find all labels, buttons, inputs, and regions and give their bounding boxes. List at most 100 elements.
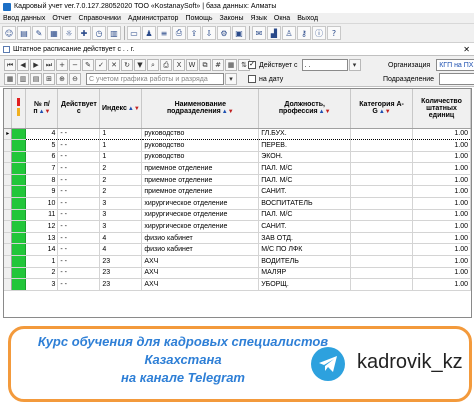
column-header-position[interactable]: Должность, профессия▲▼: [258, 89, 352, 129]
cancel-icon[interactable]: ✕: [108, 59, 120, 71]
cell-department[interactable]: приемное отделение: [141, 174, 260, 187]
first-record-icon[interactable]: ⏮: [4, 59, 16, 71]
cell-index[interactable]: 2: [99, 162, 143, 175]
employees-icon[interactable]: ☺: [2, 26, 16, 40]
cell-position[interactable]: УБОРЩ.: [258, 278, 352, 291]
cell-position[interactable]: САНИТ.: [258, 185, 352, 199]
cell-position[interactable]: ПЕРЕВ.: [258, 139, 352, 152]
table-row[interactable]: 8- -2 приемное отделение ПАЛ. М/С 1.00: [4, 174, 471, 187]
cell-quantity[interactable]: 1.00: [412, 174, 471, 187]
cell-index[interactable]: 2: [99, 185, 143, 199]
key-icon[interactable]: ⚷: [297, 26, 311, 40]
cell-quantity[interactable]: 1.00: [412, 209, 471, 222]
help-icon[interactable]: ?: [327, 26, 341, 40]
cell-index[interactable]: 3: [99, 220, 143, 233]
order-icon[interactable]: ✎: [32, 26, 46, 40]
collapse-icon[interactable]: ⊖: [69, 73, 81, 85]
menu-report[interactable]: Отчет: [52, 15, 71, 22]
cell-index[interactable]: 23: [99, 278, 143, 291]
cell-from[interactable]: - -: [57, 278, 101, 291]
cell-category[interactable]: [350, 197, 413, 210]
cell-quantity[interactable]: 1.00: [412, 232, 471, 245]
cell-quantity[interactable]: 1.00: [412, 220, 471, 233]
expand-icon[interactable]: ⊕: [56, 73, 68, 85]
cell-quantity[interactable]: 1.00: [412, 267, 471, 280]
cell-category[interactable]: [350, 209, 413, 222]
vacation-icon[interactable]: ☼: [62, 26, 76, 40]
cell-category[interactable]: [350, 174, 413, 187]
table-icon[interactable]: ▦: [225, 59, 237, 71]
calculator-icon[interactable]: #: [212, 59, 224, 71]
cell-position[interactable]: ЭКОН.: [258, 151, 352, 164]
table-row[interactable]: 5- -1 руководство ПЕРЕВ. 1.00: [4, 139, 471, 152]
next-record-icon[interactable]: ▶: [30, 59, 42, 71]
card-icon[interactable]: ▤: [17, 26, 31, 40]
last-record-icon[interactable]: ⏭: [43, 59, 55, 71]
cell-from[interactable]: - -: [57, 220, 101, 233]
cell-department[interactable]: хирургическое отделение: [141, 220, 260, 233]
word-icon[interactable]: W: [186, 59, 198, 71]
cell-position[interactable]: ЗАВ ОТД.: [258, 232, 352, 245]
cell-from[interactable]: - -: [57, 243, 101, 257]
cell-department[interactable]: хирургическое отделение: [141, 209, 260, 222]
prev-record-icon[interactable]: ◀: [17, 59, 29, 71]
column-header-index[interactable]: Индекс▲▼: [99, 89, 143, 129]
cell-number[interactable]: 5: [25, 139, 59, 152]
export-icon[interactable]: ⇪: [187, 26, 201, 40]
table-row[interactable]: 11- -3 хирургическое отделение ПАЛ. М/С 1.0…: [4, 209, 471, 222]
cell-position[interactable]: ГЛ.БУХ.: [258, 127, 352, 141]
department-field[interactable]: [439, 73, 474, 85]
filter-icon[interactable]: ▼: [134, 59, 146, 71]
cell-number[interactable]: 14: [25, 243, 59, 257]
cell-index[interactable]: 3: [99, 197, 143, 210]
list-icon[interactable]: ≡: [157, 26, 171, 40]
cell-from[interactable]: - -: [57, 127, 101, 141]
table-row[interactable]: 14- -4 физио кабинет М/С ПО ЛФК 1.00: [4, 243, 471, 257]
cell-number[interactable]: 4: [25, 127, 59, 141]
add-icon[interactable]: +: [56, 59, 68, 71]
menu-language[interactable]: Язык: [251, 15, 267, 22]
cell-from[interactable]: - -: [57, 162, 101, 175]
cell-quantity[interactable]: 1.00: [412, 243, 471, 257]
effective-date-field[interactable]: . .: [301, 59, 348, 71]
excel-icon[interactable]: X: [173, 59, 185, 71]
cell-department[interactable]: руководство: [141, 139, 260, 152]
cell-number[interactable]: 8: [25, 174, 59, 187]
cell-quantity[interactable]: 1.00: [412, 127, 471, 141]
cell-number[interactable]: 12: [25, 220, 59, 233]
mail-icon[interactable]: ✉: [252, 26, 266, 40]
cell-quantity[interactable]: 1.00: [412, 151, 471, 164]
column-header-category[interactable]: Категория А-G▲▼: [350, 89, 413, 129]
cell-index[interactable]: 2: [99, 174, 143, 187]
column-header-department[interactable]: Наименование подразделения▲▼: [141, 89, 260, 129]
report-icon[interactable]: ▥: [107, 26, 121, 40]
cell-number[interactable]: 3: [25, 278, 59, 291]
cell-category[interactable]: [350, 162, 413, 175]
refresh-icon[interactable]: ↻: [121, 59, 133, 71]
menu-help[interactable]: Помощь: [185, 15, 212, 22]
organization-field[interactable]: КГП на ПХВ: [436, 59, 474, 71]
cell-department[interactable]: хирургическое отделение: [141, 197, 260, 210]
telegram-icon[interactable]: [311, 347, 345, 381]
schedule-search-input[interactable]: С учетом графика работы и разряда: [86, 73, 224, 85]
column-header-number[interactable]: № п/п▲▼: [25, 89, 59, 129]
table-row[interactable]: 12- -3 хирургическое отделение САНИТ. 1.00: [4, 220, 471, 233]
cell-from[interactable]: - -: [57, 209, 101, 222]
copy-icon[interactable]: ⧉: [199, 59, 211, 71]
table-row[interactable]: 3- -23 АХЧ УБОРЩ. 1.00: [4, 278, 471, 291]
cell-number[interactable]: 13: [25, 232, 59, 245]
dropdown-icon[interactable]: ▾: [225, 73, 237, 85]
print-preview-icon[interactable]: ⎙: [160, 59, 172, 71]
table-row[interactable]: 10- -3 хирургическое отделение ВОСПИТАТЕЛЬ…: [4, 197, 471, 210]
chevron-down-icon[interactable]: ▾: [348, 59, 361, 71]
table-row[interactable]: 7- -2 приемное отделение ПАЛ. М/С 1.00: [4, 162, 471, 175]
cell-quantity[interactable]: 1.00: [412, 139, 471, 152]
columns-icon[interactable]: ▥: [17, 73, 29, 85]
table-row[interactable]: ▸ 4- -1 руководство ГЛ.БУХ. 1.00: [4, 127, 471, 141]
cell-category[interactable]: [350, 232, 413, 245]
search-icon[interactable]: ⌕: [147, 59, 159, 71]
effective-checkbox[interactable]: ✓: [248, 61, 256, 69]
group-icon[interactable]: ▤: [30, 73, 42, 85]
cell-index[interactable]: 1: [99, 139, 143, 152]
cell-quantity[interactable]: 1.00: [412, 162, 471, 175]
